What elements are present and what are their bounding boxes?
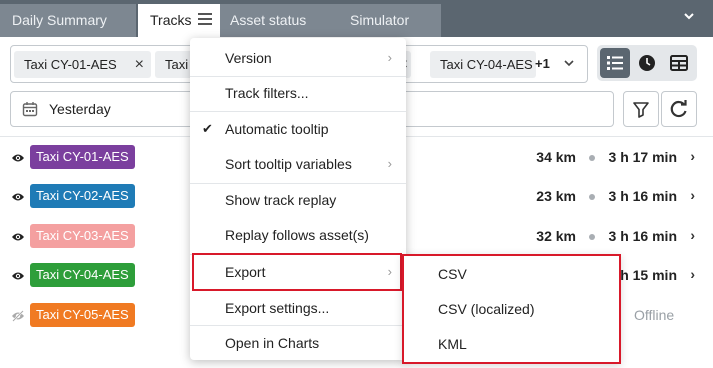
menu-item-show-track-replay[interactable]: Show track replay xyxy=(190,182,406,218)
export-submenu: CSV CSV (localized) KML xyxy=(402,254,621,364)
chevron-right-icon: › xyxy=(387,156,392,171)
separator-dot xyxy=(589,155,595,161)
menu-item-label: Replay follows asset(s) xyxy=(225,227,369,243)
track-label: Taxi CY-05-AES xyxy=(30,303,135,327)
tracks-context-menu: Version › Track filters... ✔ Automatic t… xyxy=(190,38,406,360)
menu-item-label: Automatic tooltip xyxy=(225,121,329,137)
menu-item-replay-follows-assets[interactable]: Replay follows asset(s) xyxy=(190,217,406,253)
refresh-button[interactable] xyxy=(661,91,697,127)
view-mode-group xyxy=(597,45,697,81)
export-csv[interactable]: CSV xyxy=(404,257,619,292)
tab-simulator[interactable]: Simulator xyxy=(339,4,441,37)
track-label: Taxi CY-01-AES xyxy=(30,145,135,169)
separator-dot xyxy=(589,194,595,200)
menu-item-label: Open in Charts xyxy=(225,335,320,351)
date-value: Yesterday xyxy=(49,101,111,117)
asset-chip: Taxi xyxy=(155,51,195,78)
asset-chip-label: Taxi CY-01-AES xyxy=(24,57,117,72)
table-view-button[interactable] xyxy=(664,48,694,78)
track-distance: 23 km xyxy=(536,188,576,204)
menu-item-sort-tooltip-variables[interactable]: Sort tooltip variables › xyxy=(190,146,406,182)
timeline-view-button[interactable] xyxy=(632,48,662,78)
menu-item-open-in-charts[interactable]: Open in Charts xyxy=(190,325,406,361)
close-icon[interactable]: × xyxy=(135,51,144,78)
tab-bar: Daily Summary Tracks Asset status Simula… xyxy=(0,0,713,37)
tab-asset-status[interactable]: Asset status xyxy=(220,4,339,37)
track-distance: 34 km xyxy=(536,149,576,165)
list-icon xyxy=(607,56,623,70)
tab-tracks-label: Tracks xyxy=(150,12,192,28)
chevron-right-icon[interactable]: › xyxy=(690,187,695,203)
track-distance: 32 km xyxy=(536,228,576,244)
menu-item-automatic-tooltip[interactable]: ✔ Automatic tooltip xyxy=(190,111,406,147)
tab-daily-summary[interactable]: Daily Summary xyxy=(0,4,136,37)
eye-slash-icon[interactable] xyxy=(11,309,25,325)
chevron-right-icon: › xyxy=(387,50,392,65)
export-highlight xyxy=(192,253,402,291)
chevron-down-icon[interactable] xyxy=(563,53,575,76)
more-assets-count: +1 xyxy=(535,56,550,71)
menu-item-label: Track filters... xyxy=(225,85,309,101)
menu-item-track-filters[interactable]: Track filters... xyxy=(190,75,406,111)
track-duration: 3 h 16 min xyxy=(608,188,677,204)
eye-icon[interactable] xyxy=(11,151,25,167)
calendar-icon xyxy=(22,101,38,120)
table-icon xyxy=(670,55,688,71)
filter-button[interactable] xyxy=(623,91,659,127)
eye-icon[interactable] xyxy=(11,190,25,206)
menu-item-label: Sort tooltip variables xyxy=(225,156,352,172)
menu-item-label: Export settings... xyxy=(225,300,330,316)
check-icon: ✔ xyxy=(202,121,213,136)
status-offline: Offline xyxy=(634,307,675,323)
hamburger-menu-icon[interactable] xyxy=(198,13,212,25)
clock-icon xyxy=(639,55,655,71)
chevron-right-icon[interactable]: › xyxy=(690,227,695,243)
track-duration: 3 h 16 min xyxy=(608,228,677,244)
track-duration: h 15 min xyxy=(620,267,677,283)
separator-dot xyxy=(589,234,595,240)
chevron-right-icon[interactable]: › xyxy=(690,148,695,164)
menu-item-label: Version xyxy=(225,50,272,66)
asset-chip: Taxi CY-04-AES xyxy=(430,51,536,78)
filter-icon xyxy=(633,102,649,118)
eye-icon[interactable] xyxy=(11,230,25,246)
chevron-right-icon[interactable]: › xyxy=(690,266,695,282)
export-csv-localized[interactable]: CSV (localized) xyxy=(404,292,619,327)
menu-item-export-settings[interactable]: Export settings... xyxy=(190,290,406,326)
track-duration: 3 h 17 min xyxy=(608,149,677,165)
asset-chip-label: Taxi xyxy=(165,57,189,72)
menu-item-label: Show track replay xyxy=(225,192,337,208)
track-label: Taxi CY-03-AES xyxy=(30,224,135,248)
list-view-button[interactable] xyxy=(600,48,630,78)
refresh-icon xyxy=(670,100,687,118)
asset-chip-label: Taxi CY-04-AES xyxy=(440,57,533,72)
export-kml[interactable]: KML xyxy=(404,327,619,362)
track-label: Taxi CY-02-AES xyxy=(30,184,135,208)
eye-icon[interactable] xyxy=(11,269,25,285)
menu-item-version[interactable]: Version › xyxy=(190,40,406,76)
asset-chip: Taxi CY-01-AES × xyxy=(14,51,151,78)
track-label: Taxi CY-04-AES xyxy=(30,263,135,287)
chevron-down-icon[interactable] xyxy=(683,10,695,25)
